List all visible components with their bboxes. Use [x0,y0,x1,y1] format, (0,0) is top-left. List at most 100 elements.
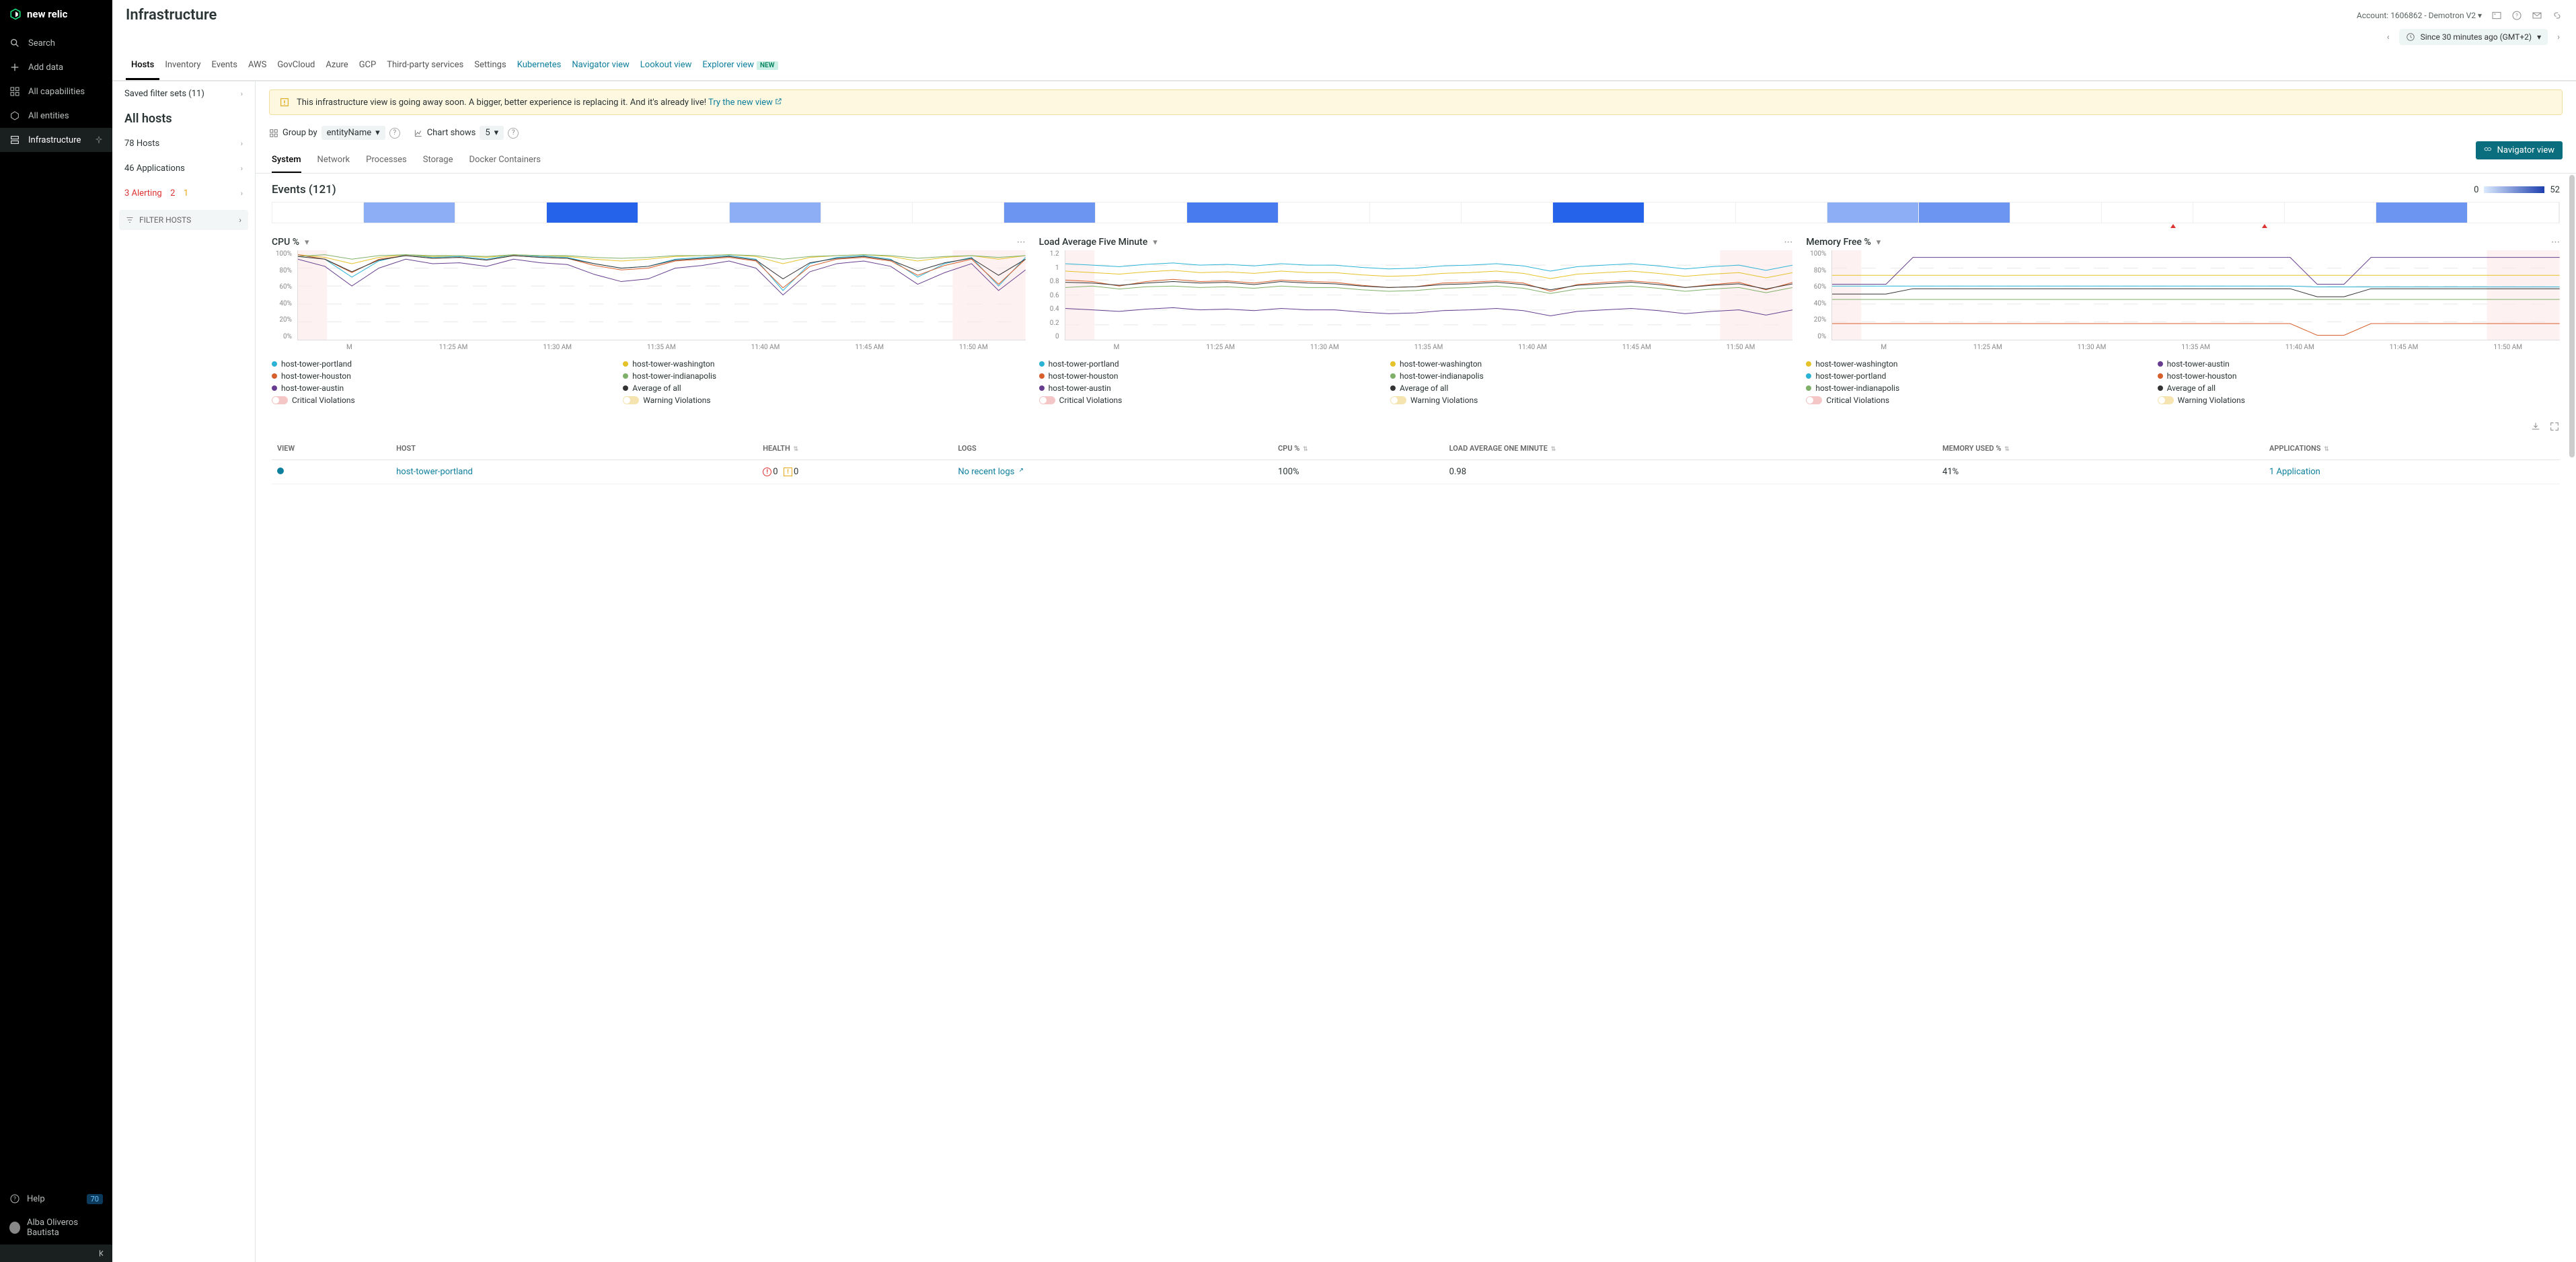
heatmap-cell[interactable] [2102,202,2193,223]
navigator-view-button[interactable]: Navigator view [2476,141,2563,159]
legend-item[interactable]: host-tower-austin [2158,359,2497,369]
nav-all-capabilities[interactable]: All capabilities [0,79,112,104]
nav-user[interactable]: Alba Oliveros Bautista [0,1211,112,1245]
legend-item[interactable]: host-tower-portland [1039,359,1378,369]
tab-explorer-view[interactable]: Explorer viewNEW [697,52,783,80]
export-icon[interactable] [2530,421,2541,432]
toggle-critical[interactable]: Critical Violations [1039,396,1378,405]
host-link[interactable]: host-tower-portland [396,467,473,477]
toggle-warning[interactable]: Warning Violations [623,396,962,405]
hosts-count[interactable]: 78 Hosts › [112,131,255,156]
tab-hosts[interactable]: Hosts [126,52,159,80]
col-view[interactable]: VIEW [272,437,391,460]
tab-settings[interactable]: Settings [469,52,511,80]
tab-third-party-services[interactable]: Third-party services [381,52,469,80]
heatmap-cell[interactable] [364,202,455,223]
nrql-icon[interactable] [2491,10,2502,21]
col-cpu-[interactable]: CPU % ⇅ [1273,437,1444,460]
toggle-critical[interactable]: Critical Violations [272,396,611,405]
nav-all-entities[interactable]: All entities [0,104,112,128]
apps-link[interactable]: 1 Application [2269,467,2320,477]
toggle-critical[interactable]: Critical Violations [1806,396,2145,405]
legend-item[interactable]: Average of all [2158,383,2497,393]
time-range-picker[interactable]: Since 30 minutes ago (GMT+2) ▾ [2399,29,2548,45]
scrollbar[interactable] [2568,54,2575,1242]
time-next[interactable]: › [2554,32,2563,42]
heatmap-cell[interactable] [730,202,821,223]
heatmap-cell[interactable] [1187,202,1279,223]
logo[interactable]: new relic [0,0,112,31]
heatmap-cell[interactable] [1370,202,1462,223]
nav-add-data[interactable]: Add data [0,55,112,79]
legend-item[interactable]: host-tower-houston [1039,371,1378,381]
pin-icon[interactable] [95,136,103,144]
legend-item[interactable]: host-tower-washington [1390,359,1729,369]
chevron-down-icon[interactable]: ▾ [1877,237,1881,248]
heatmap-cell[interactable] [1644,202,1736,223]
heatmap-cell[interactable] [638,202,730,223]
view-cell[interactable] [272,460,391,484]
saved-filter-sets[interactable]: Saved filter sets (11) › [112,81,255,106]
tab-navigator-view[interactable]: Navigator view [566,52,634,80]
tab-aws[interactable]: AWS [243,52,272,80]
tab-kubernetes[interactable]: Kubernetes [512,52,567,80]
toggle-warning[interactable]: Warning Violations [1390,396,1729,405]
legend-item[interactable]: host-tower-portland [1806,371,2145,381]
heatmap-cell[interactable] [1919,202,2010,223]
chevron-down-icon[interactable]: ▾ [1153,237,1158,248]
legend-item[interactable]: Average of all [1390,383,1729,393]
heatmap-cell[interactable] [821,202,913,223]
legend-item[interactable]: host-tower-indianapolis [1390,371,1729,381]
nav-search[interactable]: Search [0,31,112,55]
heatmap-cell[interactable] [913,202,1004,223]
group-by-control[interactable]: Group by entityName ▾ ? [269,126,400,140]
chevron-down-icon[interactable]: ▾ [305,237,309,248]
heatmap-cell[interactable] [547,202,638,223]
tab-events[interactable]: Events [206,52,243,80]
try-new-view-link[interactable]: Try the new view [708,98,782,108]
heatmap-cell[interactable] [2468,202,2559,223]
tab-govcloud[interactable]: GovCloud [272,52,320,80]
subtab-storage[interactable]: Storage [423,151,453,173]
col-load-average-one-minute[interactable]: LOAD AVERAGE ONE MINUTE ⇅ [1444,437,1937,460]
tab-gcp[interactable]: GCP [354,52,382,80]
nav-infrastructure[interactable]: Infrastructure [0,128,112,152]
events-heatmap[interactable] [272,202,2560,223]
tab-inventory[interactable]: Inventory [159,52,206,80]
heatmap-cell[interactable] [1462,202,1553,223]
heatmap-cell[interactable] [1279,202,1370,223]
col-health[interactable]: HEALTH ⇅ [757,437,952,460]
toggle-warning[interactable]: Warning Violations [2158,396,2497,405]
heatmap-cell[interactable] [1096,202,1187,223]
chart-menu[interactable]: ⋯ [1784,237,1792,248]
nav-help[interactable]: ? Help 70 [0,1187,112,1211]
tab-azure[interactable]: Azure [320,52,353,80]
help-tooltip-icon[interactable]: ? [508,128,519,139]
col-memory-used-[interactable]: MEMORY USED % ⇅ [1937,437,2264,460]
chart-menu[interactable]: ⋯ [1017,237,1026,248]
heatmap-cell[interactable] [2285,202,2376,223]
mail-icon[interactable] [2532,10,2542,21]
heatmap-cell[interactable] [2010,202,2102,223]
legend-item[interactable]: host-tower-houston [2158,371,2497,381]
link-icon[interactable] [2552,10,2563,21]
legend-item[interactable]: host-tower-austin [272,383,611,393]
heatmap-cell[interactable] [1004,202,1096,223]
account-picker[interactable]: Account: 1606862 - Demotron V2 ▾ [2357,11,2482,20]
legend-item[interactable]: host-tower-houston [272,371,611,381]
heatmap-cell[interactable] [2193,202,2285,223]
tab-lookout-view[interactable]: Lookout view [635,52,697,80]
legend-item[interactable]: Average of all [623,383,962,393]
legend-item[interactable]: host-tower-indianapolis [1806,383,2145,393]
col-host[interactable]: HOST [391,437,757,460]
col-logs[interactable]: LOGS [952,437,1273,460]
legend-item[interactable]: host-tower-portland [272,359,611,369]
help-tooltip-icon[interactable]: ? [389,128,400,139]
sidebar-collapse[interactable] [0,1245,112,1262]
apps-count[interactable]: 46 Applications › [112,156,255,181]
help-circle-icon[interactable]: ? [2511,10,2522,21]
subtab-docker-containers[interactable]: Docker Containers [469,151,540,173]
subtab-network[interactable]: Network [317,151,350,173]
legend-item[interactable]: host-tower-indianapolis [623,371,962,381]
heatmap-cell[interactable] [2376,202,2468,223]
